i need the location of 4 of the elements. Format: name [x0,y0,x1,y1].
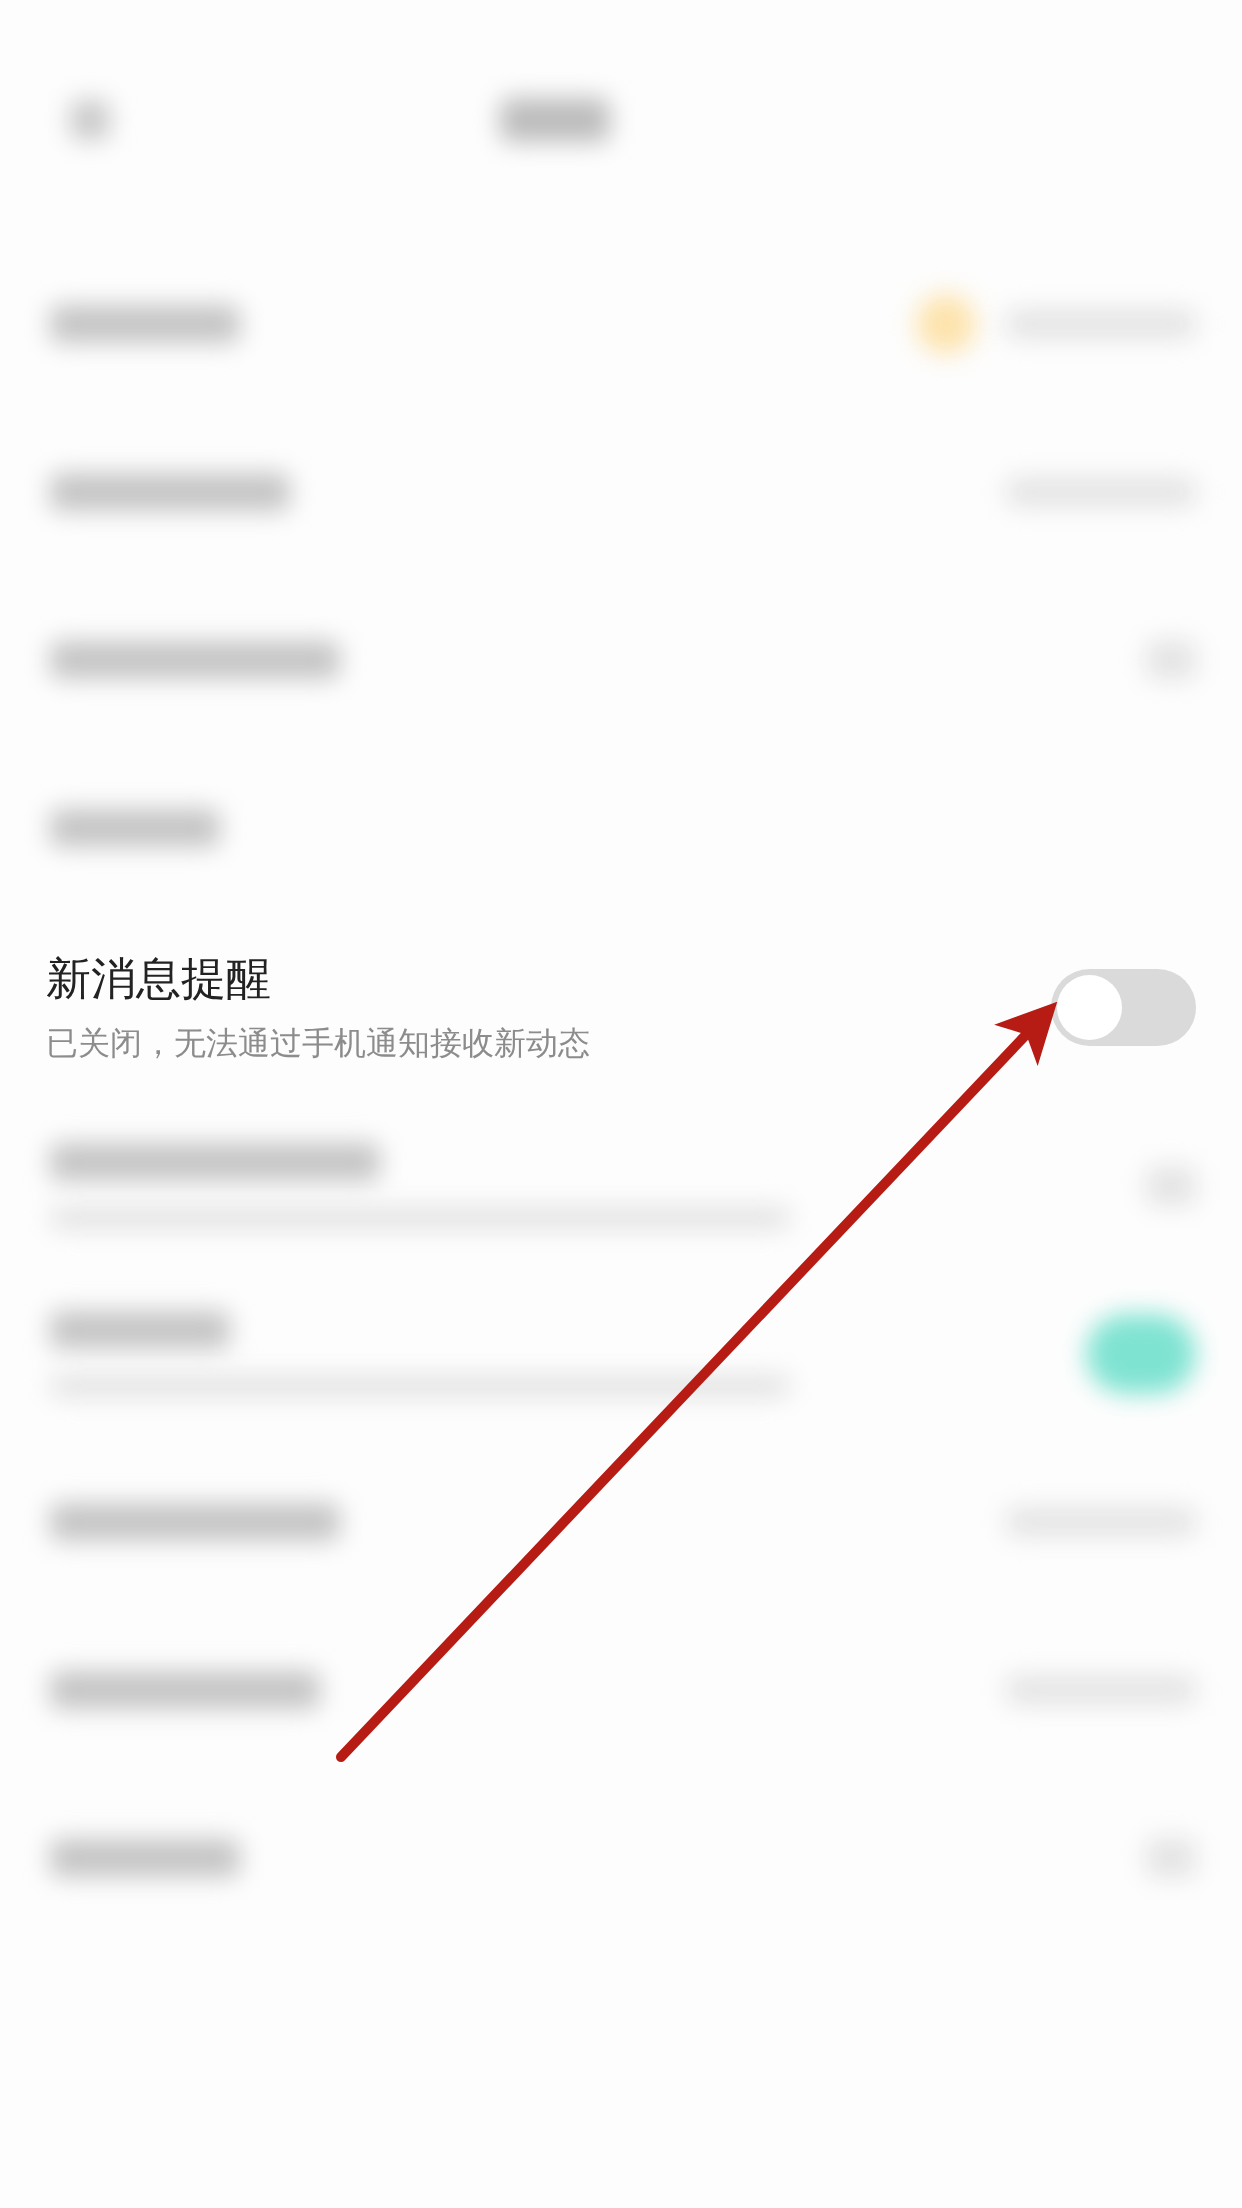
setting-title: 新消息提醒 [46,951,272,1006]
setting-description: 已关闭，无法通过手机通知接收新动态 [46,1023,590,1063]
blurred-avatar [916,294,976,354]
toggle-switch[interactable] [1051,968,1196,1046]
